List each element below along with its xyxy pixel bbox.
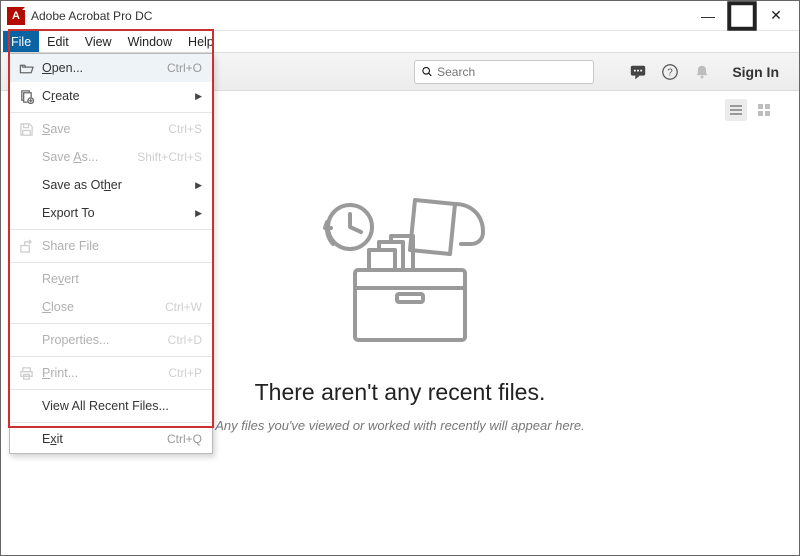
menu-edit[interactable]: Edit [39,31,77,52]
svg-text:?: ? [668,67,674,78]
sign-in-button[interactable]: Sign In [722,64,789,80]
app-icon: A [7,7,25,25]
menu-help[interactable]: Help [180,31,222,52]
menu-item-label: Save As... [42,150,129,164]
share-icon [18,238,34,254]
file-menu-item-share-file: Share File [10,232,212,260]
menu-window[interactable]: Window [120,31,180,52]
menu-item-label: Export To [42,206,187,220]
blank-icon [18,332,34,348]
menu-separator [10,422,212,423]
search-box[interactable] [414,60,594,84]
file-menu-item-open[interactable]: Open... Ctrl+O [10,54,212,82]
empty-subtitle: Any files you've viewed or worked with r… [215,418,585,433]
notifications-button[interactable] [690,60,714,84]
file-menu-item-properties: Properties... Ctrl+D [10,326,212,354]
menu-separator [10,229,212,230]
file-menu-item-save-as: Save As... Shift+Ctrl+S [10,143,212,171]
minimize-button[interactable]: — [691,5,725,27]
menu-file[interactable]: File [3,31,39,52]
menu-item-label: Properties... [42,333,160,347]
menu-item-shortcut: Shift+Ctrl+S [137,150,202,164]
menu-separator [10,112,212,113]
menu-item-label: Share File [42,239,202,253]
menu-separator [10,323,212,324]
create-icon [18,88,34,104]
window-title: Adobe Acrobat Pro DC [31,9,691,23]
menu-item-label: Close [42,300,157,314]
menu-item-shortcut: Ctrl+S [168,122,202,136]
menu-item-shortcut: Ctrl+P [168,366,202,380]
list-view-button[interactable] [725,99,747,121]
blank-icon [18,177,34,193]
help-button[interactable]: ? [658,60,682,84]
submenu-arrow-icon: ▶ [195,180,202,191]
file-menu-item-print: Print... Ctrl+P [10,359,212,387]
search-icon [421,65,433,78]
menu-item-shortcut: Ctrl+D [168,333,202,347]
file-menu-item-exit[interactable]: Exit Ctrl+Q [10,425,212,453]
menu-item-label: Open... [42,61,159,75]
maximize-button[interactable] [725,5,759,27]
print-icon [18,365,34,381]
maximize-icon [725,0,759,33]
menu-item-label: Revert [42,272,202,286]
blank-icon [18,149,34,165]
titlebar: A Adobe Acrobat Pro DC — ✕ [1,1,799,31]
file-menu-item-view-all-recent-files[interactable]: View All Recent Files... [10,392,212,420]
blank-icon [18,205,34,221]
menu-item-label: Create [42,89,187,103]
menu-item-shortcut: Ctrl+Q [167,432,202,446]
chat-button[interactable] [626,60,650,84]
list-view-icon [728,102,744,118]
search-input[interactable] [437,65,587,79]
file-menu-item-save: Save Ctrl+S [10,115,212,143]
menu-item-label: Save as Other [42,178,187,192]
close-button[interactable]: ✕ [759,5,793,27]
menu-item-label: View All Recent Files... [42,399,202,413]
submenu-arrow-icon: ▶ [195,91,202,102]
file-menu-item-export-to[interactable]: Export To ▶ [10,199,212,227]
menu-item-label: Print... [42,366,160,380]
menu-view[interactable]: View [77,31,120,52]
menu-item-label: Save [42,122,160,136]
menu-separator [10,356,212,357]
menu-separator [10,262,212,263]
view-toggle [725,99,781,121]
file-menu-item-save-as-other[interactable]: Save as Other ▶ [10,171,212,199]
blank-icon [18,398,34,414]
blank-icon [18,271,34,287]
folder-open-icon [18,60,34,76]
grid-view-button[interactable] [753,99,775,121]
file-menu-item-close: Close Ctrl+W [10,293,212,321]
blank-icon [18,431,34,447]
submenu-arrow-icon: ▶ [195,208,202,219]
blank-icon [18,299,34,315]
menu-separator [10,389,212,390]
empty-title: There aren't any recent files. [255,379,546,406]
bell-icon [693,63,711,81]
chat-icon [629,63,647,81]
file-menu-item-create[interactable]: Create ▶ [10,82,212,110]
file-menu-dropdown: Open... Ctrl+O Create ▶ Save Ctrl+S Save As...… [9,53,213,454]
window-controls: — ✕ [691,5,793,27]
file-menu-item-revert: Revert [10,265,212,293]
menu-item-label: Exit [42,432,159,446]
grid-view-icon [756,102,772,118]
menubar: FileEditViewWindowHelp [1,31,799,53]
help-icon: ? [661,63,679,81]
save-icon [18,121,34,137]
menu-item-shortcut: Ctrl+W [165,300,202,314]
empty-illustration-icon [295,192,505,367]
menu-item-shortcut: Ctrl+O [167,61,202,75]
